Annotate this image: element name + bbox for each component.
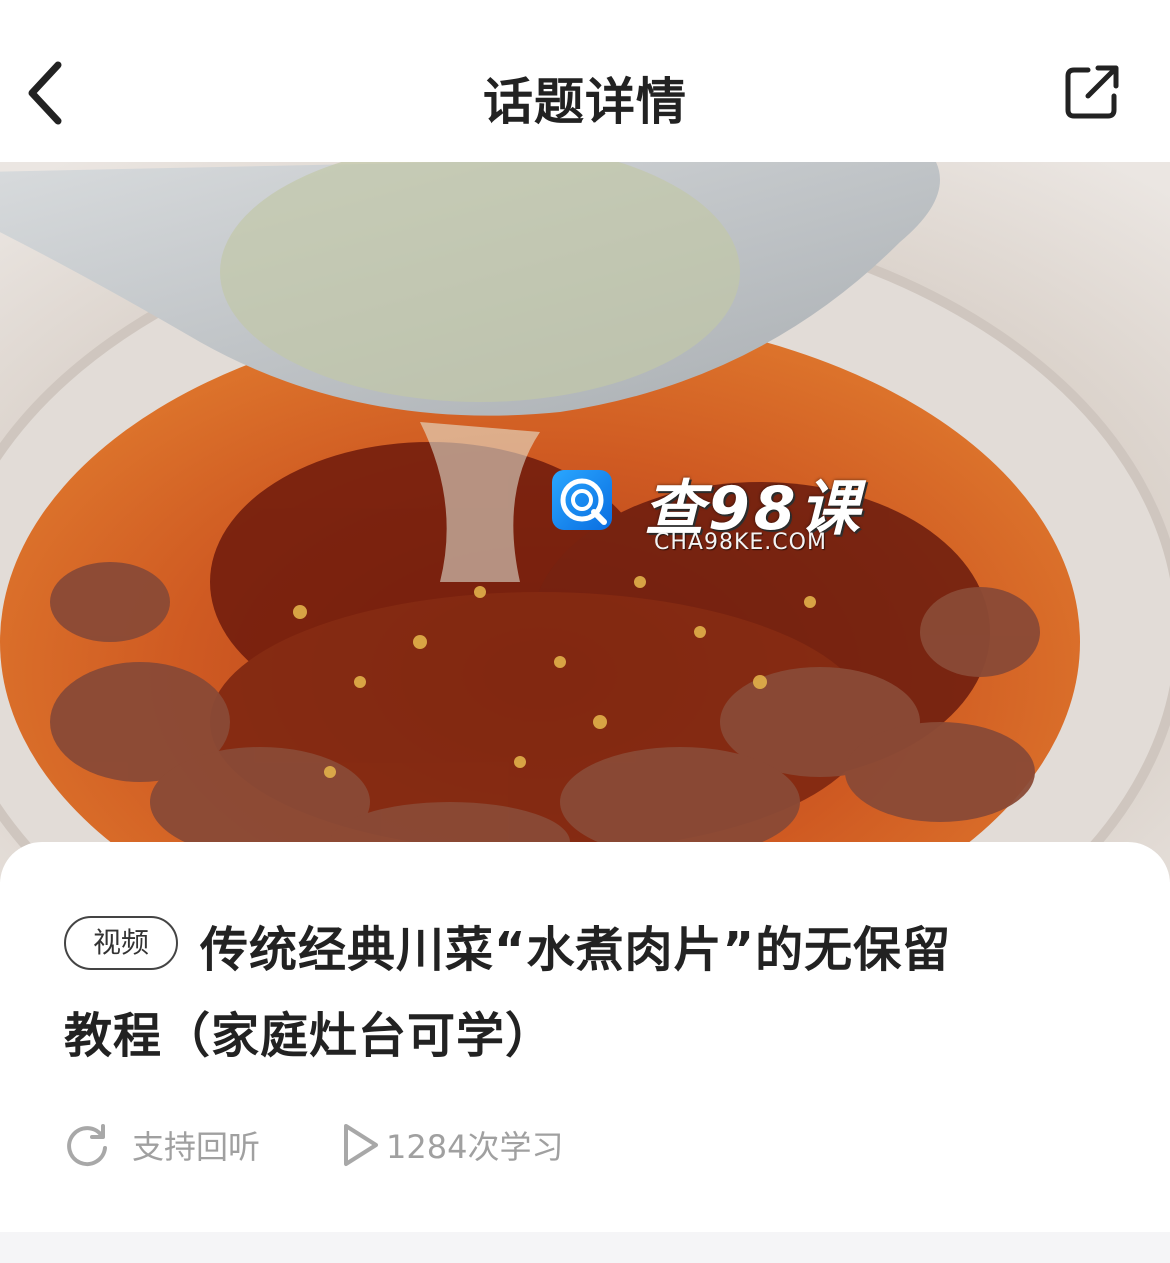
watermark-logo-icon	[552, 470, 612, 530]
replay-support: 支持回听	[64, 1120, 260, 1170]
refresh-icon	[67, 1124, 107, 1167]
topic-info-card: 视频 传统经典川菜“水煮肉片”的无保留 教程（家庭灶台可学） 支持回听 1284…	[0, 842, 1170, 1232]
watermark: 查98课 CHA98KE.COM	[550, 464, 870, 574]
replay-label: 支持回听	[132, 1128, 261, 1166]
content-type-tag: 视频	[64, 916, 178, 970]
top-bar: 话题详情	[0, 0, 1170, 162]
share-external-icon	[1065, 65, 1119, 119]
page-title: 话题详情	[483, 73, 687, 131]
play-icon	[344, 1124, 378, 1166]
share-button[interactable]	[1062, 62, 1122, 122]
view-count-label: 1284次学习	[386, 1128, 564, 1166]
watermark-subtext: CHA98KE.COM	[654, 530, 827, 555]
cover-image[interactable]: 查98课 CHA98KE.COM	[0, 162, 1170, 882]
bottom-divider	[0, 1232, 1170, 1263]
topic-title-line-1: 传统经典川菜“水煮肉片”的无保留	[200, 922, 952, 978]
topic-title-line-2: 教程（家庭灶台可学）	[64, 1008, 555, 1064]
view-count: 1284次学习	[340, 1120, 563, 1170]
